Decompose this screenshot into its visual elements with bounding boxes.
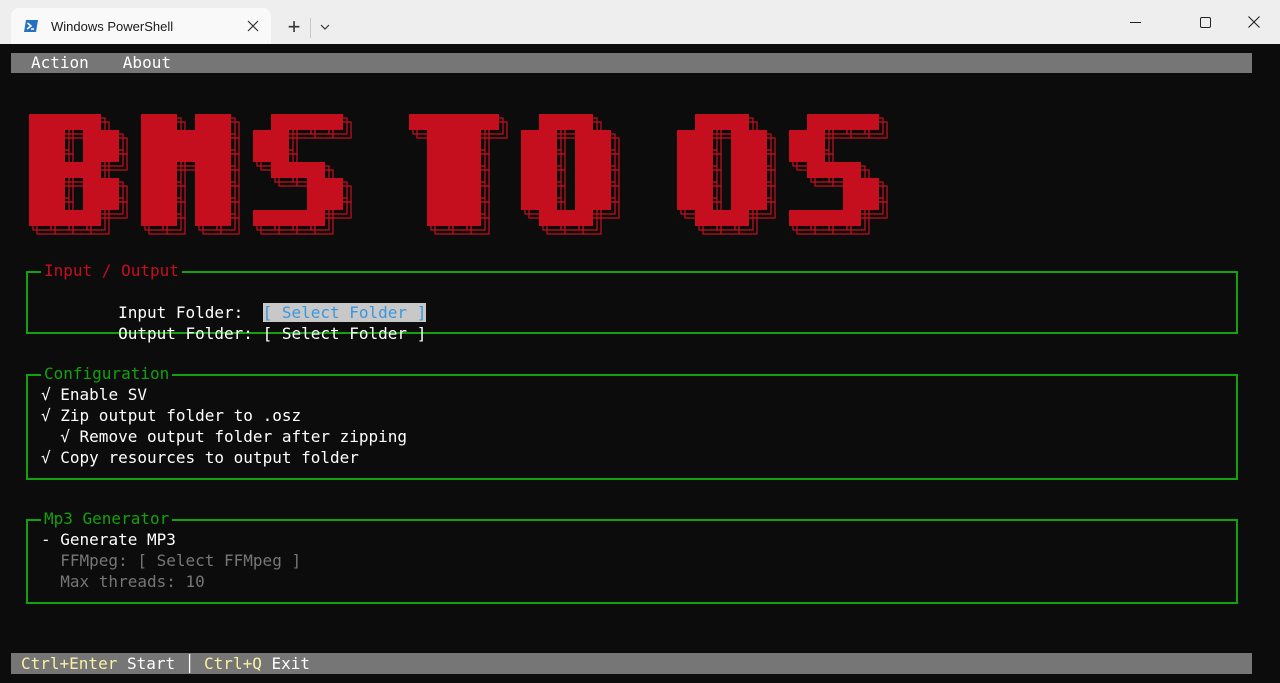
select-ffmpeg-button[interactable]: [ Select FFMpeg ] [137,551,301,570]
checkbox-copy-resources[interactable]: √ Copy resources to output folder [41,447,1236,468]
tab-separator [310,18,311,38]
chevron-down-icon[interactable] [314,14,336,40]
panel-legend-io: Input / Output [41,261,182,281]
checkbox-remove-output[interactable]: √ Remove output folder after zipping [41,426,1236,447]
menu-item-action[interactable]: Action [31,53,89,73]
checkbox-zip-output[interactable]: √ Zip output folder to .osz [41,405,1236,426]
max-threads-input[interactable]: 10 [186,572,205,591]
input-folder-label: Input Folder: [118,303,263,322]
maximize-button[interactable] [1182,0,1228,44]
max-threads-label: Max threads: [41,572,186,591]
checkmark-icon: √ [41,385,51,404]
status-bar: Ctrl+Enter Start │ Ctrl+Q Exit [11,653,1252,674]
shortcut-exit-label[interactable]: Exit [262,653,310,674]
output-folder-label: Output Folder: [118,324,263,343]
close-icon [1248,16,1260,28]
ffmpeg-label: FFMpeg: [41,551,138,570]
panel-mp3-generator: Mp3 Generator - Generate MP3 FFMpeg: [ S… [26,509,1238,604]
tab-title: Windows PowerShell [51,18,174,34]
status-separator: │ [184,654,195,673]
panel-legend-config: Configuration [41,364,173,384]
menu-bar: Action About [11,53,1252,73]
minimize-icon [1129,21,1141,23]
shortcut-start-key: Ctrl+Enter [21,654,118,673]
terminal-area: Action About Input / Output Input Folder… [11,44,1253,683]
panel-input-output: Input / Output Input Folder: [ Select Fo… [26,261,1238,343]
close-window-button[interactable] [1231,0,1277,44]
menu-item-about[interactable]: About [123,53,171,73]
app-logo-banner [29,114,888,235]
input-folder-button[interactable]: [ Select Folder ] [262,303,427,322]
powershell-icon [24,20,38,32]
checkmark-icon: √ [41,406,51,425]
checkbox-enable-sv[interactable]: √ Enable SV [41,384,1236,405]
title-bar: Windows PowerShell + [0,0,1280,44]
checkmark-icon: √ [60,427,70,446]
tab-powershell[interactable]: Windows PowerShell [11,8,271,44]
maximize-icon [1199,16,1211,28]
shortcut-exit-key: Ctrl+Q [194,654,262,673]
unchecked-mark: - [41,530,51,549]
shortcut-start-label[interactable]: Start [117,653,184,674]
panel-configuration: Configuration √ Enable SV √ Zip output f… [26,364,1238,480]
checkbox-generate-mp3[interactable]: - Generate MP3 [41,529,1236,550]
minimize-button[interactable] [1112,0,1158,44]
output-folder-button[interactable]: [ Select Folder ] [263,324,427,343]
new-tab-button[interactable]: + [280,14,308,40]
checkmark-icon: √ [41,448,51,467]
close-tab-icon[interactable] [239,12,267,40]
panel-legend-mp3: Mp3 Generator [41,509,173,529]
